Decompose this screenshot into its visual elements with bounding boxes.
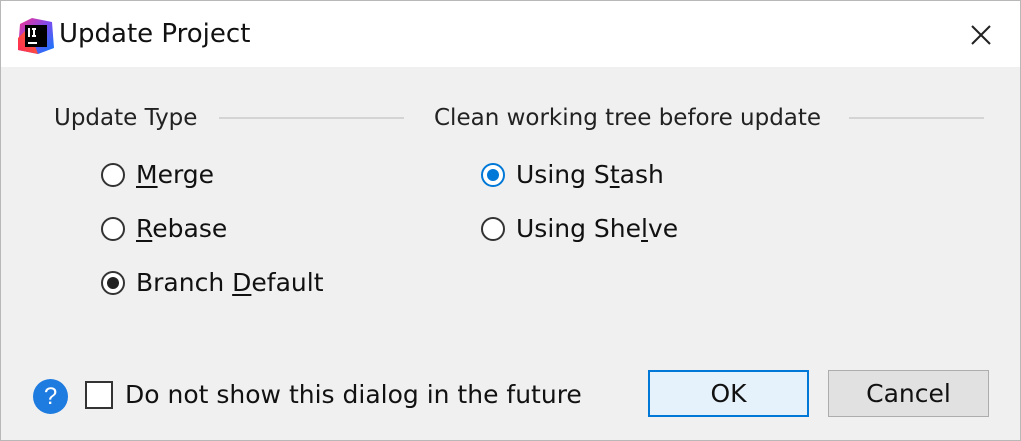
- radio-using-stash-circle[interactable]: [481, 163, 505, 187]
- radio-merge-circle[interactable]: [101, 163, 125, 187]
- radio-merge-label: Merge: [136, 160, 215, 189]
- intellij-idea-icon: [18, 18, 54, 54]
- help-button[interactable]: ?: [33, 379, 68, 414]
- svg-text:?: ?: [44, 383, 57, 410]
- radio-using-shelve-circle[interactable]: [481, 217, 505, 241]
- cancel-button[interactable]: Cancel: [828, 370, 989, 417]
- radio-rebase-circle[interactable]: [101, 217, 125, 241]
- radio-branch-default-circle[interactable]: [101, 271, 125, 295]
- radio-using-stash[interactable]: Using Stash: [481, 159, 664, 191]
- help-icon: ?: [44, 383, 57, 410]
- update-type-label: Update Type: [54, 103, 212, 133]
- clean-tree-label: Clean working tree before update: [434, 103, 836, 133]
- radio-using-stash-label: Using Stash: [516, 160, 664, 189]
- update-project-dialog: Update Project Update Type Merge Rebase …: [0, 0, 1021, 441]
- radio-using-shelve[interactable]: Using Shelve: [481, 213, 678, 245]
- close-button[interactable]: [959, 13, 1003, 57]
- radio-branch-default-label: Branch Default: [136, 268, 324, 297]
- clean-tree-separator: [849, 117, 984, 119]
- radio-using-shelve-label: Using Shelve: [516, 214, 679, 243]
- radio-branch-default[interactable]: Branch Default: [101, 267, 324, 299]
- dialog-content: Update Type Merge Rebase Branch Default …: [1, 67, 1020, 440]
- radio-merge[interactable]: Merge: [101, 159, 214, 191]
- update-type-separator: [219, 117, 404, 119]
- ok-button[interactable]: OK: [648, 370, 809, 417]
- radio-rebase[interactable]: Rebase: [101, 213, 227, 245]
- dont-show-again-label: Do not show this dialog in the future: [125, 380, 582, 409]
- close-icon: [971, 25, 991, 45]
- dont-show-again-checkbox[interactable]: [85, 381, 113, 409]
- radio-rebase-label: Rebase: [136, 214, 228, 243]
- dont-show-again-checkbox-row[interactable]: Do not show this dialog in the future: [85, 379, 582, 411]
- dialog-title: Update Project: [59, 19, 251, 49]
- title-bar: Update Project: [1, 1, 1020, 67]
